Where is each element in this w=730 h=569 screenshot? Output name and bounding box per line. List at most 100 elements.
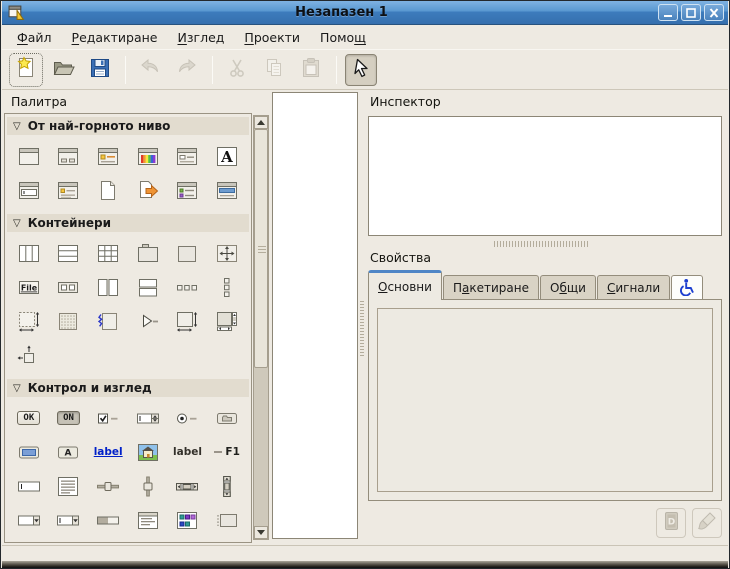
menu-изглед[interactable]: Изглед — [168, 27, 235, 48]
palette-item-notebook[interactable] — [128, 236, 168, 270]
palette-item-layout[interactable] — [49, 304, 89, 338]
palette-section-header[interactable]: ▽От най-горното ниво — [6, 116, 250, 136]
palette-section-header[interactable]: ▽Контейнери — [6, 213, 250, 233]
palette-item-icon-view[interactable] — [168, 503, 208, 537]
palette-item-button[interactable]: OK — [9, 401, 49, 435]
palette-item-scrolled-window-scrollbars[interactable] — [207, 304, 247, 338]
palette-item-vbutton-box[interactable] — [207, 270, 247, 304]
tab-общи[interactable]: Общи — [540, 275, 596, 300]
palette-item-toolbar[interactable] — [49, 270, 89, 304]
scrollbar-thumb[interactable] — [254, 129, 268, 368]
palette-item-file-chooser-widget[interactable] — [88, 173, 128, 207]
menu-редактиране[interactable]: Редактиране — [62, 27, 168, 48]
tab-пакетиране[interactable]: Пакетиране — [443, 275, 539, 300]
palette-item-input-dialog[interactable] — [9, 173, 49, 207]
titlebar[interactable]: Незапазен 1 — [2, 1, 728, 25]
palette-item-entry[interactable] — [9, 469, 49, 503]
palette-item-fixed[interactable] — [207, 236, 247, 270]
cut-button[interactable] — [221, 54, 253, 86]
palette-section-title: Контрол и изглед — [28, 381, 152, 395]
palette-item-hscrollbar[interactable] — [168, 469, 208, 503]
palette-item-hscale[interactable] — [88, 469, 128, 503]
palette-item-about-dialog[interactable] — [49, 173, 89, 207]
tab-основни[interactable]: Основни — [368, 270, 442, 300]
scroll-down-button[interactable] — [254, 526, 268, 539]
selector-button[interactable] — [345, 54, 377, 86]
copy-button[interactable] — [258, 54, 290, 86]
palette-item-message-dialog[interactable] — [88, 139, 128, 173]
palette-scrollbar[interactable] — [253, 115, 269, 540]
app-window: Незапазен 1 ФайлРедактиранеИзгледПроекти… — [0, 0, 730, 569]
palette-item-menubar[interactable]: File — [9, 270, 49, 304]
design-canvas[interactable] — [272, 92, 358, 539]
palette-item-vbox[interactable] — [49, 236, 89, 270]
maximize-button[interactable] — [681, 4, 701, 21]
palette-item-alignment[interactable] — [9, 338, 49, 372]
menu-помощ[interactable]: Помощ — [310, 27, 376, 48]
palette-item-window[interactable] — [9, 139, 49, 173]
palette-item-clipped-widget-4[interactable] — [128, 537, 168, 543]
palette-item-assistant[interactable] — [207, 173, 247, 207]
redo-button[interactable] — [171, 54, 203, 86]
accessibility-icon — [678, 278, 696, 299]
palette-item-link-button[interactable]: label — [88, 435, 128, 469]
palette-item-combo-box-entry[interactable] — [49, 503, 89, 537]
menu-файл[interactable]: Файл — [7, 27, 62, 48]
palette-item-font-selection-dialog[interactable]: A — [207, 139, 247, 173]
palette-item-progress-bar[interactable] — [88, 503, 128, 537]
palette-item-table[interactable] — [88, 236, 128, 270]
palette-item-label[interactable]: label — [168, 435, 208, 469]
palette-item-clipped-widget-3[interactable] — [88, 537, 128, 543]
palette-item-option-menu[interactable] — [207, 401, 247, 435]
palette-item-text-view[interactable] — [49, 469, 89, 503]
new-button[interactable] — [10, 54, 42, 86]
scroll-up-button[interactable] — [254, 116, 268, 129]
palette-item-toggle-button[interactable]: ON — [49, 401, 89, 435]
palette-item-recent-chooser-dialog[interactable] — [168, 173, 208, 207]
undo-button[interactable] — [134, 54, 166, 86]
palette-item-color-selection-dialog[interactable] — [128, 139, 168, 173]
paste-button[interactable] — [295, 54, 327, 86]
palette-item-expander[interactable] — [128, 304, 168, 338]
palette-item-clipped-widget-6[interactable] — [207, 537, 247, 543]
close-button[interactable] — [704, 4, 724, 21]
palette-item-vscrollbar[interactable] — [207, 469, 247, 503]
tab-сигнали[interactable]: Сигнали — [597, 275, 670, 300]
menubar: ФайлРедактиранеИзгледПроектиПомощ — [2, 26, 728, 49]
palette-item-vpaned[interactable] — [128, 270, 168, 304]
palette-item-color-button[interactable] — [9, 435, 49, 469]
tab-accessibility[interactable] — [671, 275, 703, 300]
palette-item-spin-button[interactable] — [128, 401, 168, 435]
palette-item-handle-box[interactable] — [88, 304, 128, 338]
palette-item-file-chooser-dialog[interactable] — [128, 173, 168, 207]
palette-item-radio-button[interactable] — [168, 401, 208, 435]
palette-item-scrolled-window[interactable] — [168, 304, 208, 338]
minimize-button[interactable] — [658, 4, 678, 21]
inspector-tree[interactable] — [368, 116, 722, 236]
menu-проекти[interactable]: Проекти — [234, 27, 310, 48]
palette-item-tree-view[interactable] — [128, 503, 168, 537]
palette-item-dialog[interactable] — [49, 139, 89, 173]
palette-item-clipped-widget-5[interactable] — [168, 537, 208, 543]
palette-item-check-button[interactable] — [88, 401, 128, 435]
palette-item-clipped-widget-1[interactable] — [9, 537, 49, 543]
palette-item-hbutton-box[interactable] — [168, 270, 208, 304]
save-button[interactable] — [84, 54, 116, 86]
palette-item-combo-box[interactable] — [9, 503, 49, 537]
palette-item-tool-item[interactable] — [207, 503, 247, 537]
documentation-button[interactable]: D — [656, 508, 686, 538]
palette-section-header[interactable]: ▽Контрол и изглед — [6, 378, 250, 398]
palette-item-font-button[interactable]: A — [49, 435, 89, 469]
palette-item-vscale[interactable] — [128, 469, 168, 503]
inspector-resize-handle[interactable] — [494, 241, 589, 247]
open-button[interactable] — [47, 54, 79, 86]
palette-item-file-selection-dialog[interactable] — [168, 139, 208, 173]
palette-item-hbox[interactable] — [9, 236, 49, 270]
palette-item-clipped-widget-2[interactable] — [49, 537, 89, 543]
palette-item-image[interactable] — [128, 435, 168, 469]
palette-item-viewport[interactable] — [9, 304, 49, 338]
edit-style-button[interactable] — [692, 508, 722, 538]
palette-item-frame[interactable] — [168, 236, 208, 270]
palette-item-accel-label[interactable]: F1 — [207, 435, 247, 469]
palette-item-hpaned[interactable] — [88, 270, 128, 304]
